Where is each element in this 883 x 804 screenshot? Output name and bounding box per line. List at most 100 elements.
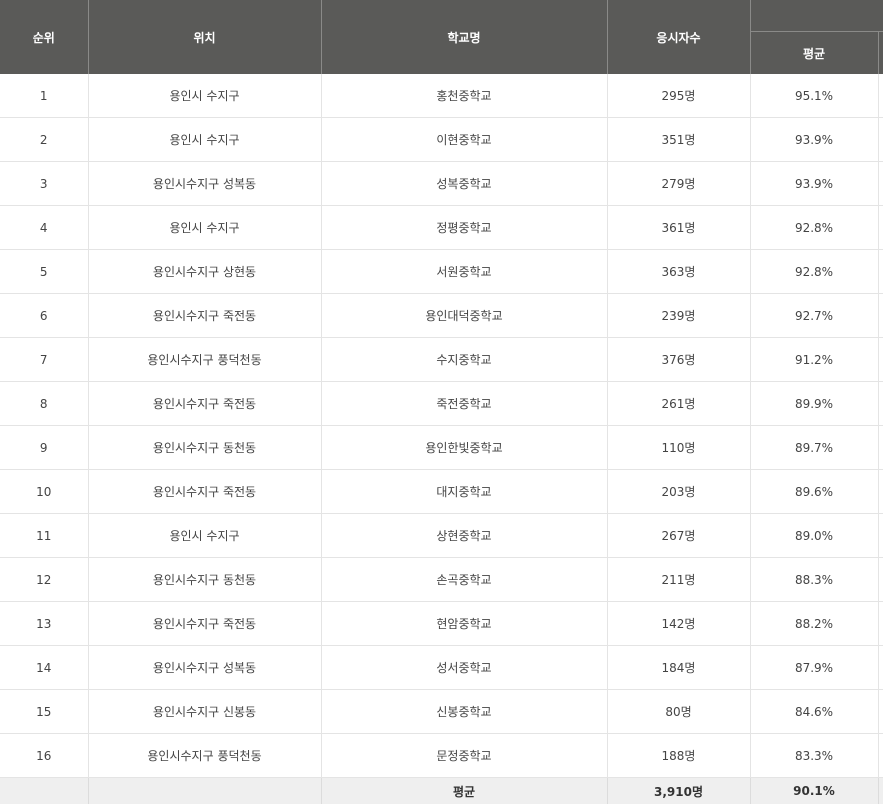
rank-cell: 15 (0, 690, 88, 734)
table-footer: 평균 3,910명 90.1% (0, 778, 883, 804)
average-cell: 93.9% (750, 162, 878, 206)
location-cell: 용인시 수지구 (88, 206, 321, 250)
extra-cell (878, 118, 883, 162)
examinees-cell: 188명 (607, 734, 750, 778)
location-cell: 용인시수지구 죽전동 (88, 382, 321, 426)
table-row: 8용인시수지구 죽전동죽전중학교261명89.9% (0, 382, 883, 426)
location-cell: 용인시수지구 죽전동 (88, 294, 321, 338)
school-cell: 이현중학교 (321, 118, 607, 162)
header-average: 평균 (750, 32, 878, 75)
examinees-cell: 239명 (607, 294, 750, 338)
extra-cell (878, 470, 883, 514)
table-body: 1용인시 수지구홍천중학교295명95.1%2용인시 수지구이현중학교351명9… (0, 74, 883, 778)
school-cell: 손곡중학교 (321, 558, 607, 602)
school-cell: 신봉중학교 (321, 690, 607, 734)
footer-location-cell (88, 778, 321, 804)
table-header: 순위 위치 학교명 응시자수 평균 (0, 0, 883, 74)
rank-cell: 9 (0, 426, 88, 470)
school-cell: 상현중학교 (321, 514, 607, 558)
location-cell: 용인시수지구 죽전동 (88, 470, 321, 514)
extra-cell (878, 294, 883, 338)
table-row: 14용인시수지구 성복동성서중학교184명87.9% (0, 646, 883, 690)
school-cell: 정평중학교 (321, 206, 607, 250)
table-row: 7용인시수지구 풍덕천동수지중학교376명91.2% (0, 338, 883, 382)
table-row: 3용인시수지구 성복동성복중학교279명93.9% (0, 162, 883, 206)
rank-cell: 5 (0, 250, 88, 294)
footer-row: 평균 3,910명 90.1% (0, 778, 883, 804)
rank-cell: 13 (0, 602, 88, 646)
rank-cell: 6 (0, 294, 88, 338)
table-row: 2용인시 수지구이현중학교351명93.9% (0, 118, 883, 162)
average-cell: 87.9% (750, 646, 878, 690)
extra-cell (878, 162, 883, 206)
extra-cell (878, 382, 883, 426)
extra-cell (878, 734, 883, 778)
average-cell: 88.2% (750, 602, 878, 646)
school-cell: 수지중학교 (321, 338, 607, 382)
footer-average: 90.1% (750, 778, 878, 804)
table-row: 1용인시 수지구홍천중학교295명95.1% (0, 74, 883, 118)
table-row: 10용인시수지구 죽전동대지중학교203명89.6% (0, 470, 883, 514)
footer-examinees: 3,910명 (607, 778, 750, 804)
school-cell: 성복중학교 (321, 162, 607, 206)
table-row: 12용인시수지구 동천동손곡중학교211명88.3% (0, 558, 883, 602)
extra-cell (878, 690, 883, 734)
header-examinees: 응시자수 (607, 0, 750, 74)
extra-cell (878, 250, 883, 294)
rank-cell: 11 (0, 514, 88, 558)
table-row: 6용인시수지구 죽전동용인대덕중학교239명92.7% (0, 294, 883, 338)
location-cell: 용인시수지구 성복동 (88, 646, 321, 690)
school-cell: 홍천중학교 (321, 74, 607, 118)
average-cell: 89.9% (750, 382, 878, 426)
header-school: 학교명 (321, 0, 607, 74)
average-cell: 89.0% (750, 514, 878, 558)
header-group (750, 0, 883, 32)
examinees-cell: 295명 (607, 74, 750, 118)
extra-cell (878, 514, 883, 558)
school-cell: 문정중학교 (321, 734, 607, 778)
average-cell: 91.2% (750, 338, 878, 382)
location-cell: 용인시수지구 신봉동 (88, 690, 321, 734)
average-cell: 92.8% (750, 206, 878, 250)
location-cell: 용인시수지구 죽전동 (88, 602, 321, 646)
examinees-cell: 110명 (607, 426, 750, 470)
table-row: 5용인시수지구 상현동서원중학교363명92.8% (0, 250, 883, 294)
location-cell: 용인시수지구 동천동 (88, 558, 321, 602)
school-cell: 용인한빛중학교 (321, 426, 607, 470)
average-cell: 93.9% (750, 118, 878, 162)
examinees-cell: 142명 (607, 602, 750, 646)
school-cell: 죽전중학교 (321, 382, 607, 426)
average-cell: 83.3% (750, 734, 878, 778)
extra-cell (878, 338, 883, 382)
location-cell: 용인시수지구 풍덕천동 (88, 734, 321, 778)
examinees-cell: 351명 (607, 118, 750, 162)
footer-label: 평균 (321, 778, 607, 804)
examinees-cell: 203명 (607, 470, 750, 514)
examinees-cell: 267명 (607, 514, 750, 558)
examinees-cell: 184명 (607, 646, 750, 690)
location-cell: 용인시 수지구 (88, 514, 321, 558)
rank-cell: 10 (0, 470, 88, 514)
school-cell: 용인대덕중학교 (321, 294, 607, 338)
average-cell: 92.8% (750, 250, 878, 294)
extra-cell (878, 426, 883, 470)
school-cell: 서원중학교 (321, 250, 607, 294)
rank-cell: 2 (0, 118, 88, 162)
examinees-cell: 211명 (607, 558, 750, 602)
examinees-cell: 261명 (607, 382, 750, 426)
header-extra (878, 32, 883, 75)
average-cell: 89.7% (750, 426, 878, 470)
location-cell: 용인시수지구 성복동 (88, 162, 321, 206)
table-row: 11용인시 수지구상현중학교267명89.0% (0, 514, 883, 558)
extra-cell (878, 206, 883, 250)
average-cell: 84.6% (750, 690, 878, 734)
footer-extra-cell (878, 778, 883, 804)
location-cell: 용인시 수지구 (88, 118, 321, 162)
header-location: 위치 (88, 0, 321, 74)
extra-cell (878, 74, 883, 118)
school-cell: 성서중학교 (321, 646, 607, 690)
location-cell: 용인시수지구 상현동 (88, 250, 321, 294)
rank-cell: 14 (0, 646, 88, 690)
rank-cell: 7 (0, 338, 88, 382)
footer-rank-cell (0, 778, 88, 804)
